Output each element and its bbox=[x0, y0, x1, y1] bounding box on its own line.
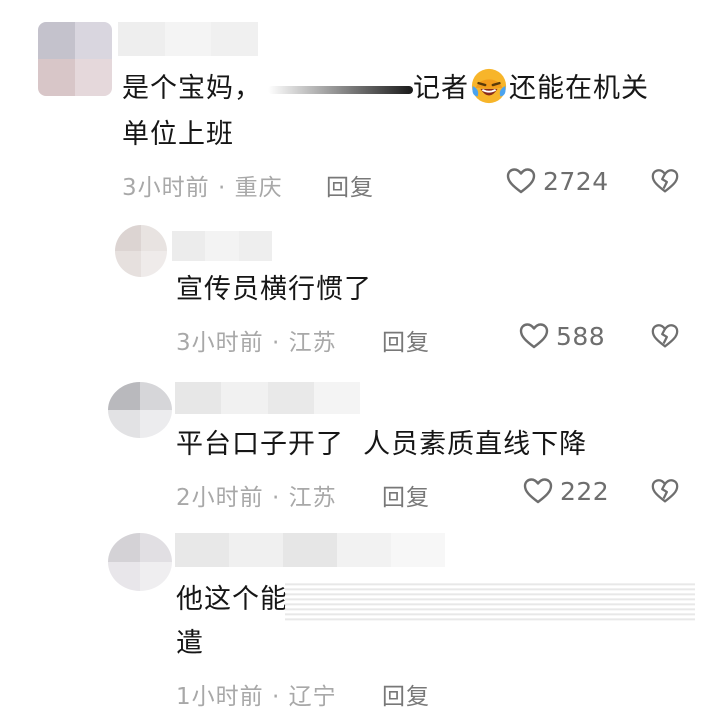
heart-icon bbox=[519, 323, 549, 349]
redacted-text bbox=[268, 85, 413, 94]
like-count: 588 bbox=[556, 321, 606, 351]
timestamp: 3小时前 bbox=[176, 330, 264, 356]
heart-icon bbox=[523, 478, 553, 504]
broken-heart-icon[interactable] bbox=[650, 321, 680, 351]
username-blurred[interactable] bbox=[172, 231, 272, 261]
laughing-crying-emoji-icon bbox=[471, 68, 507, 104]
like-count: 2724 bbox=[543, 166, 609, 196]
heart-icon bbox=[506, 168, 536, 194]
comment-text: 他这个能 bbox=[176, 584, 288, 615]
timestamp: 3小时前 bbox=[122, 175, 210, 201]
avatar[interactable] bbox=[108, 533, 172, 591]
comment-text: 平台口子开了 人员素质直线下降 bbox=[176, 429, 588, 460]
comment-text-line2: 遣 bbox=[176, 628, 204, 659]
like-button[interactable]: 222 bbox=[522, 475, 609, 507]
broken-heart-icon[interactable] bbox=[650, 476, 680, 506]
comment-text-part3: 还能在机关 bbox=[509, 73, 649, 104]
separator: · bbox=[271, 485, 281, 511]
comment-text-line2: 单位上班 bbox=[122, 119, 234, 150]
location: 江苏 bbox=[288, 330, 337, 356]
location: 重庆 bbox=[234, 175, 283, 201]
separator: · bbox=[217, 175, 227, 201]
username-blurred[interactable] bbox=[175, 382, 360, 414]
comment-text-part2: 记者 bbox=[413, 73, 469, 104]
comment-meta: 3小时前 · 江苏 bbox=[176, 323, 337, 357]
comment-text: 是个宝妈， 记者 还能在机关 bbox=[122, 66, 649, 112]
reply-button[interactable]: 回复 bbox=[382, 478, 430, 512]
comment-meta: 3小时前 · 重庆 bbox=[122, 168, 283, 202]
comment-text: 宣传员横行惯了 bbox=[176, 274, 372, 305]
username-blurred[interactable] bbox=[175, 533, 445, 567]
like-button[interactable]: 588 bbox=[518, 320, 605, 352]
separator: · bbox=[271, 330, 281, 356]
avatar[interactable] bbox=[115, 225, 167, 277]
reply-button[interactable]: 回复 bbox=[382, 323, 430, 357]
like-button[interactable]: 2724 bbox=[505, 165, 609, 197]
redacted-text bbox=[285, 581, 695, 621]
broken-heart-icon[interactable] bbox=[650, 166, 680, 196]
comment-1: 是个宝妈， 记者 还能在机关 单位上班 3小时前 · 重庆 回复 2724 bbox=[0, 0, 719, 210]
timestamp: 1小时前 bbox=[176, 684, 264, 710]
timestamp: 2小时前 bbox=[176, 485, 264, 511]
comment-meta: 1小时前 · 辽宁 bbox=[176, 677, 337, 711]
like-count: 222 bbox=[560, 476, 610, 506]
comment-4: 他这个能 遣 1小时前 · 辽宁 回复 bbox=[0, 525, 719, 720]
reply-button[interactable]: 回复 bbox=[382, 677, 430, 711]
separator: · bbox=[271, 684, 281, 710]
location: 江苏 bbox=[288, 485, 337, 511]
reply-button[interactable]: 回复 bbox=[326, 168, 374, 202]
location: 辽宁 bbox=[288, 684, 337, 710]
comment-2: 宣传员横行惯了 3小时前 · 江苏 回复 588 bbox=[0, 215, 719, 365]
avatar[interactable] bbox=[38, 22, 112, 96]
comment-3: 平台口子开了 人员素质直线下降 2小时前 · 江苏 回复 222 bbox=[0, 370, 719, 520]
username-blurred[interactable] bbox=[118, 22, 259, 56]
comment-meta: 2小时前 · 江苏 bbox=[176, 478, 337, 512]
comment-text-part1: 是个宝妈， bbox=[122, 73, 262, 104]
avatar[interactable] bbox=[108, 382, 172, 438]
